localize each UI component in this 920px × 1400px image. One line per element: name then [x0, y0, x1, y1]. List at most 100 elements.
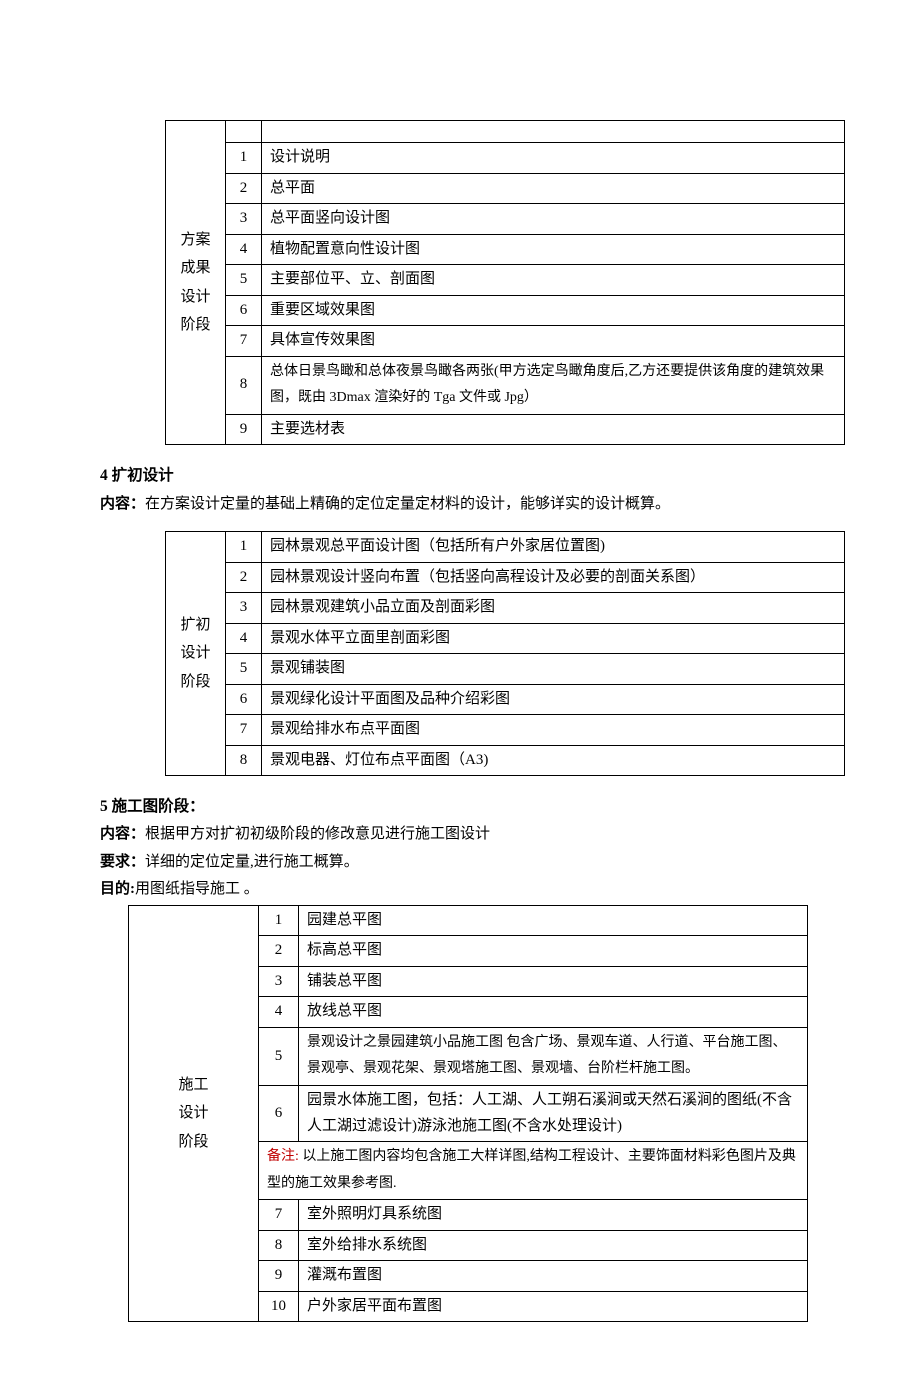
- num-cell: 7: [226, 715, 262, 746]
- stage-line: 扩初: [180, 617, 210, 633]
- num-cell: 4: [259, 997, 299, 1028]
- content-cell: [262, 121, 845, 143]
- table-row: 3园林景观建筑小品立面及剖面彩图: [166, 593, 845, 624]
- content-cell: 园景水体施工图，包括：人工湖、人工朔石溪涧或天然石溪涧的图纸(不含人工湖过滤设计…: [299, 1086, 808, 1142]
- content-cell: 主要选材表: [262, 414, 845, 445]
- table-row: 8总体日景鸟瞰和总体夜景鸟瞰各两张(甲方选定鸟瞰角度后,乙方还要提供该角度的建筑…: [166, 356, 845, 414]
- content-cell: 景观绿化设计平面图及品种介绍彩图: [262, 684, 845, 715]
- content-cell: 园林景观设计竖向布置（包括竖向高程设计及必要的剖面关系图）: [262, 562, 845, 593]
- num-cell: 8: [259, 1230, 299, 1261]
- table-row: 2总平面: [166, 173, 845, 204]
- num-cell: 6: [226, 295, 262, 326]
- content-cell: 园林景观建筑小品立面及剖面彩图: [262, 593, 845, 624]
- table-row: 4植物配置意向性设计图: [166, 234, 845, 265]
- table-row: 9主要选材表: [166, 414, 845, 445]
- section-2-intro: 内容：在方案设计定量的基础上精确的定位定量定材料的设计，能够详实的设计概算。: [100, 492, 820, 518]
- num-cell: 5: [226, 265, 262, 296]
- stage-line: 施工: [178, 1077, 208, 1093]
- section-heading-4: 4 扩初设计: [100, 463, 820, 489]
- content-cell: 园建总平图: [299, 905, 808, 936]
- num-cell: 7: [226, 326, 262, 357]
- content-cell: 具体宣传效果图: [262, 326, 845, 357]
- content-cell: 灌溉布置图: [299, 1261, 808, 1292]
- intro-label: 内容：: [100, 496, 145, 512]
- section-heading-5: 5 施工图阶段：: [100, 794, 820, 820]
- num-cell: 3: [226, 204, 262, 235]
- content-cell: 室外给排水系统图: [299, 1230, 808, 1261]
- num-cell: 3: [259, 966, 299, 997]
- table-row: 5主要部位平、立、剖面图: [166, 265, 845, 296]
- content-cell: 园林景观总平面设计图（包括所有户外家居位置图): [262, 532, 845, 563]
- num-cell: [226, 121, 262, 143]
- note-cell: 备注: 以上施工图内容均包含施工大样详图,结构工程设计、主要饰面材料彩色图片及典…: [259, 1142, 808, 1200]
- p3-text: 用图纸指导施工 。: [135, 881, 259, 897]
- table-expanded-design: 扩初 设计 阶段 1园林景观总平面设计图（包括所有户外家居位置图) 2园林景观设…: [165, 531, 845, 776]
- stage-line: 设计: [180, 645, 210, 661]
- stage-line: 阶段: [180, 674, 210, 690]
- num-cell: 4: [226, 623, 262, 654]
- table-row: 5景观铺装图: [166, 654, 845, 685]
- num-cell: 6: [259, 1086, 299, 1142]
- content-cell: 总体日景鸟瞰和总体夜景鸟瞰各两张(甲方选定鸟瞰角度后,乙方还要提供该角度的建筑效…: [262, 356, 845, 414]
- num-cell: 2: [226, 562, 262, 593]
- table-row: 4景观水体平立面里剖面彩图: [166, 623, 845, 654]
- content-cell: 植物配置意向性设计图: [262, 234, 845, 265]
- table-row: 1设计说明: [166, 143, 845, 174]
- note-label: 备注:: [267, 1149, 299, 1164]
- stage-line: 成果: [180, 260, 210, 276]
- p1-text: 根据甲方对扩初初级阶段的修改意见进行施工图设计: [145, 826, 490, 842]
- table-plan-results: 方案 成果 设计 阶段 1设计说明 2总平面 3总平面竖向设计图 4植物配置意向…: [165, 120, 845, 445]
- num-cell: 8: [226, 356, 262, 414]
- content-cell: 景观水体平立面里剖面彩图: [262, 623, 845, 654]
- table-row: 7具体宣传效果图: [166, 326, 845, 357]
- stage-line: 设计: [178, 1105, 208, 1121]
- content-cell: 设计说明: [262, 143, 845, 174]
- table-row: 方案 成果 设计 阶段: [166, 121, 845, 143]
- content-cell: 总平面: [262, 173, 845, 204]
- content-cell: 景观铺装图: [262, 654, 845, 685]
- num-cell: 3: [226, 593, 262, 624]
- content-cell: 标高总平图: [299, 936, 808, 967]
- stage-line: 阶段: [180, 317, 210, 333]
- section-3-p2: 要求：详细的定位定量,进行施工概算。: [100, 850, 820, 876]
- num-cell: 8: [226, 745, 262, 776]
- stage-cell: 扩初 设计 阶段: [166, 532, 226, 776]
- content-cell: 铺装总平图: [299, 966, 808, 997]
- content-cell: 总平面竖向设计图: [262, 204, 845, 235]
- num-cell: 2: [226, 173, 262, 204]
- content-cell: 主要部位平、立、剖面图: [262, 265, 845, 296]
- p2-text: 详细的定位定量,进行施工概算。: [145, 854, 359, 870]
- num-cell: 9: [226, 414, 262, 445]
- num-cell: 10: [259, 1291, 299, 1322]
- p2-label: 要求：: [100, 854, 145, 870]
- content-cell: 景观设计之景园建筑小品施工图 包含广场、景观车道、人行道、平台施工图、景观亭、景…: [299, 1027, 808, 1085]
- num-cell: 6: [226, 684, 262, 715]
- content-cell: 重要区域效果图: [262, 295, 845, 326]
- stage-line: 阶段: [178, 1134, 208, 1150]
- num-cell: 1: [259, 905, 299, 936]
- num-cell: 4: [226, 234, 262, 265]
- intro-text: 在方案设计定量的基础上精确的定位定量定材料的设计，能够详实的设计概算。: [145, 496, 670, 512]
- stage-cell: 施工 设计 阶段: [129, 905, 259, 1321]
- table-row: 扩初 设计 阶段 1园林景观总平面设计图（包括所有户外家居位置图): [166, 532, 845, 563]
- section-3-p3: 目的:用图纸指导施工 。: [100, 877, 820, 903]
- table-row: 施工 设计 阶段 1园建总平图: [129, 905, 808, 936]
- table-construction-design: 施工 设计 阶段 1园建总平图 2标高总平图 3铺装总平图 4放线总平图 5景观…: [128, 905, 808, 1322]
- note-text: 以上施工图内容均包含施工大样详图,结构工程设计、主要饰面材料彩色图片及典型的施工…: [267, 1149, 796, 1191]
- table-row: 6景观绿化设计平面图及品种介绍彩图: [166, 684, 845, 715]
- table-row: 6重要区域效果图: [166, 295, 845, 326]
- num-cell: 2: [259, 936, 299, 967]
- content-cell: 户外家居平面布置图: [299, 1291, 808, 1322]
- num-cell: 1: [226, 532, 262, 563]
- stage-cell: 方案 成果 设计 阶段: [166, 121, 226, 445]
- content-cell: 放线总平图: [299, 997, 808, 1028]
- num-cell: 7: [259, 1200, 299, 1231]
- table-row: 3总平面竖向设计图: [166, 204, 845, 235]
- num-cell: 1: [226, 143, 262, 174]
- stage-line: 设计: [180, 289, 210, 305]
- content-cell: 景观给排水布点平面图: [262, 715, 845, 746]
- table-row: 7景观给排水布点平面图: [166, 715, 845, 746]
- section-3-p1: 内容：根据甲方对扩初初级阶段的修改意见进行施工图设计: [100, 822, 820, 848]
- num-cell: 5: [259, 1027, 299, 1085]
- content-cell: 景观电器、灯位布点平面图（A3): [262, 745, 845, 776]
